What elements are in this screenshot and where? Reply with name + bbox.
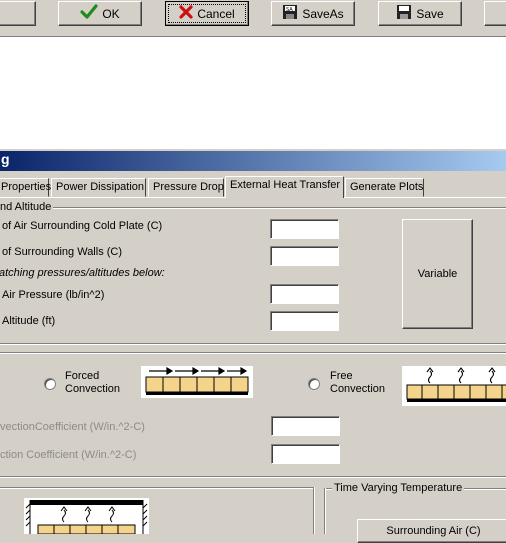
temp-group-legend: nd Altitude	[0, 201, 54, 213]
blank-client-area	[0, 36, 506, 149]
forced-convection-radio[interactable]	[44, 378, 56, 390]
tab-external-heat-transfer[interactable]: External Heat Transfer	[225, 176, 344, 198]
forced-convection-diagram	[141, 366, 253, 398]
cancel-button-label: Cancel	[197, 6, 235, 21]
svg-text:SA: SA	[286, 7, 293, 13]
surrounding-air-button-label: Surrounding Air (C)	[386, 525, 481, 537]
wall-temp-input[interactable]	[270, 246, 339, 266]
save-button[interactable]: Save	[378, 1, 462, 26]
ok-button[interactable]: OK	[58, 1, 142, 26]
wall-temp-label: of Surrounding Walls (C)	[2, 246, 123, 258]
checkmark-icon	[80, 4, 98, 23]
save-button-label: Save	[416, 6, 444, 21]
altitude-input[interactable]	[270, 311, 339, 331]
convection-coefficient-label-2: ction Coefficient (W/in.^2-C)	[0, 449, 137, 461]
convection-group-top-border	[0, 352, 506, 354]
time-varying-group-left-border	[324, 488, 326, 534]
free-convection-diagram	[402, 366, 506, 406]
free-convection-label-2: Convection	[330, 383, 386, 395]
saveas-disk-icon: SA	[282, 4, 298, 23]
cancel-button[interactable]: Cancel	[165, 1, 249, 26]
left-edge-button[interactable]	[0, 1, 36, 26]
convection-coefficient-label-1: vectionCoefficient (W/in.^2-C)	[0, 421, 145, 433]
air-temp-input[interactable]	[270, 219, 339, 239]
altitude-label: Altitude (ft)	[2, 315, 56, 327]
tab-external-heat-transfer-label: External Heat Transfer	[230, 179, 341, 191]
tab-properties-label: Properties	[1, 181, 52, 193]
tab-generate-plots[interactable]: Generate Plots	[345, 178, 424, 197]
forced-convection-label-1: Forced	[65, 370, 100, 382]
free-convection-radio[interactable]	[308, 378, 320, 390]
air-temp-label: of Air Surrounding Cold Plate (C)	[2, 220, 163, 232]
right-edge-button[interactable]	[484, 1, 506, 26]
tab-power-dissipation-label: Power Dissipation	[56, 181, 145, 193]
radiation-group-top-border	[0, 487, 315, 489]
dialog-title: g	[1, 151, 10, 167]
air-pressure-input[interactable]	[270, 284, 339, 304]
toolbar: OK Cancel SA SaveAs Save	[0, 0, 506, 33]
x-icon	[179, 5, 193, 22]
forced-convection-label-2: Convection	[65, 383, 121, 395]
ok-button-label: OK	[102, 6, 120, 21]
tab-pressure-drop[interactable]: Pressure Drop	[148, 178, 224, 197]
saveas-button-label: SaveAs	[302, 6, 344, 21]
surrounding-air-button[interactable]: Surrounding Air (C)	[357, 519, 506, 543]
floppy-disk-icon	[396, 4, 412, 23]
tab-properties[interactable]: Properties	[0, 178, 52, 197]
dialog-title-bar[interactable]: g	[0, 151, 506, 171]
enclosure-diagram	[24, 498, 149, 535]
temp-group-bottom-border	[0, 343, 506, 345]
variable-button-label: Variable	[417, 268, 458, 280]
free-convection-label-1: Free	[330, 370, 353, 382]
convection-coefficient-input-1[interactable]	[271, 416, 340, 436]
saveas-button[interactable]: SA SaveAs	[271, 1, 355, 26]
tab-pressure-drop-label: Pressure Drop	[153, 181, 224, 193]
radiation-group-right-border	[313, 487, 315, 534]
convection-group-bottom-border	[0, 476, 506, 478]
temp-group-top-border	[0, 207, 506, 209]
air-pressure-label: Air Pressure (lb/in^2)	[2, 289, 105, 301]
pressure-altitude-note: atching pressures/altitudes below:	[0, 267, 165, 279]
tab-generate-plots-label: Generate Plots	[350, 181, 424, 193]
convection-coefficient-input-2[interactable]	[271, 444, 340, 464]
variable-button[interactable]: Variable	[402, 219, 473, 329]
time-varying-legend: Time Varying Temperature	[332, 482, 465, 494]
tab-power-dissipation[interactable]: Power Dissipation	[51, 178, 146, 197]
